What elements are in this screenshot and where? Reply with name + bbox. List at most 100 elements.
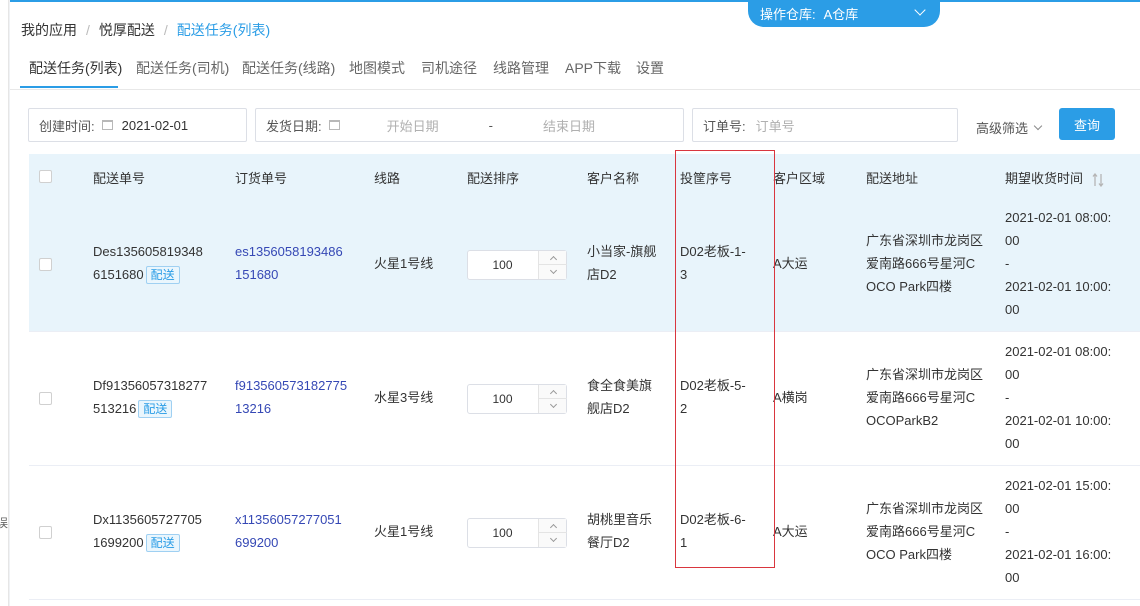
header-delivery-no: 配送单号 (93, 171, 146, 186)
select-all-checkbox[interactable] (39, 170, 52, 183)
table-row[interactable]: Df91356057318277 513216 配送 f9135605731827… (29, 332, 1140, 466)
time-line: - (1005, 256, 1010, 271)
delivery-no-cell: Des135605819348 6151680 配送 (93, 240, 203, 286)
table-header: 配送单号 订货单号 线路 配送排序 客户名称 投筐序号 客户区域 配送地址 期望… (29, 154, 1140, 198)
time-line: 2021-02-01 10:00: (1005, 413, 1112, 428)
time-line: 00 (1005, 233, 1020, 248)
sort-icon[interactable] (1092, 172, 1104, 187)
sort-stepper[interactable]: 100 (467, 384, 567, 414)
time-line: 2021-02-01 08:00: (1005, 344, 1112, 359)
tab-app-download[interactable]: APP下载 (565, 58, 621, 78)
warehouse-selector[interactable]: 操作仓库: A仓库 (748, 0, 940, 27)
expected-time-cell: 2021-02-01 08:00: 00 - 2021-02-01 10:00:… (1005, 206, 1111, 321)
address-cell: 广东省深圳市龙岗区 爱南路666号星河C OCO Park四楼 (866, 229, 983, 298)
advanced-filter-toggle[interactable]: 高级筛选 (976, 118, 1043, 137)
create-time-value: 2021-02-01 (121, 117, 189, 133)
row-checkbox[interactable] (39, 526, 52, 539)
chevron-up-icon (549, 255, 557, 263)
breadcrumb-item-app[interactable]: 我的应用 (21, 20, 77, 40)
customer-line: 餐厅D2 (587, 535, 630, 550)
order-no-link[interactable]: x11356057277051 699200 (235, 508, 342, 554)
ship-date-range[interactable]: 发货日期: 开始日期 - 结束日期 (255, 108, 684, 142)
sort-value[interactable]: 100 (468, 519, 537, 547)
header-expected-time[interactable]: 期望收货时间 (1005, 168, 1104, 187)
address-line: 广东省深圳市龙岗区 (866, 233, 984, 248)
order-no-line: 13216 (235, 401, 272, 416)
header-customer: 客户名称 (587, 171, 640, 186)
tab-task-route[interactable]: 配送任务(线路) (242, 58, 335, 78)
tab-route-management[interactable]: 线路管理 (493, 58, 549, 78)
chevron-down-icon (549, 534, 557, 543)
increment-button[interactable] (539, 385, 567, 399)
delivery-no-line: Des135605819348 (93, 244, 203, 259)
customer-cell: 食全食美旗 舰店D2 (587, 374, 652, 420)
sidebar-glyph: 误 (0, 516, 9, 530)
warehouse-value: A仓库 (823, 7, 859, 22)
tab-map-mode[interactable]: 地图模式 (349, 58, 405, 78)
delivery-tag: 配送 (138, 400, 173, 418)
sort-stepper[interactable]: 100 (467, 250, 567, 280)
create-time-field[interactable]: 创建时间: 2021-02-01 (28, 108, 247, 142)
time-line: 00 (1005, 436, 1020, 451)
address-line: 爱南路666号星河C (866, 524, 976, 539)
order-no-line: 699200 (235, 535, 279, 550)
region-cell: A大运 (773, 256, 808, 271)
decrement-button[interactable] (539, 399, 567, 413)
customer-line: 店D2 (587, 267, 617, 282)
order-no-link[interactable]: f913560573182775 13216 (235, 374, 347, 420)
row-checkbox[interactable] (39, 258, 52, 271)
date-range-separator: - (488, 117, 493, 133)
increment-button[interactable] (539, 251, 567, 265)
top-accent-line (10, 0, 1140, 2)
address-line: 广东省深圳市龙岗区 (866, 501, 984, 516)
address-cell: 广东省深圳市龙岗区 爱南路666号星河C OCOParkB2 (866, 363, 983, 432)
address-line: OCO Park四楼 (866, 547, 952, 562)
header-basket-no: 投筐序号 (680, 171, 733, 186)
customer-cell: 胡桃里音乐 餐厅D2 (587, 508, 652, 554)
delivery-tag: 配送 (145, 534, 180, 552)
left-sidebar-edge: 误 (0, 0, 9, 606)
order-no-link[interactable]: es1356058193486 151680 (235, 240, 343, 286)
delivery-no-line: Dx1135605727705 (93, 512, 202, 527)
breadcrumb-item-delivery[interactable]: 悦厚配送 (99, 20, 155, 40)
route-cell: 水星3号线 (374, 390, 434, 405)
decrement-button[interactable] (539, 265, 567, 279)
basket-no-cell: D02老板-6- 1 (680, 508, 746, 554)
sort-value[interactable]: 100 (468, 385, 537, 413)
expected-time-cell: 2021-02-01 08:00: 00 - 2021-02-01 10:00:… (1005, 340, 1111, 455)
calendar-icon (328, 120, 340, 130)
order-no-line: f913560573182775 (235, 378, 348, 393)
start-date-input[interactable]: 开始日期 (387, 116, 439, 135)
address-line: 爱南路666号星河C (866, 390, 976, 405)
order-no-field[interactable]: 订单号: 订单号 (692, 108, 958, 142)
table-row[interactable]: Dx1135605727705 1699200 配送 x1135605727705… (29, 466, 1140, 600)
tab-settings[interactable]: 设置 (636, 58, 664, 78)
customer-line: 小当家-旗舰 (587, 244, 657, 259)
delivery-tag: 配送 (145, 266, 180, 284)
order-no-line: x11356057277051 (235, 512, 342, 527)
order-no-label: 订单号: (703, 118, 746, 134)
sort-stepper[interactable]: 100 (467, 518, 567, 548)
time-line: 00 (1005, 302, 1020, 317)
delivery-no-line: 513216 (93, 401, 137, 416)
header-address: 配送地址 (866, 171, 919, 186)
tab-task-driver[interactable]: 配送任务(司机) (136, 58, 229, 78)
row-checkbox[interactable] (39, 392, 52, 405)
basket-no-cell: D02老板-1- 3 (680, 240, 746, 286)
decrement-button[interactable] (539, 533, 567, 547)
tab-task-list[interactable]: 配送任务(列表) (29, 58, 122, 78)
route-cell: 火星1号线 (374, 256, 434, 271)
end-date-input[interactable]: 结束日期 (543, 116, 595, 135)
table-row[interactable]: Des135605819348 6151680 配送 es135605819348… (29, 198, 1140, 332)
advanced-filter-label: 高级筛选 (976, 121, 1029, 136)
time-line: 2021-02-01 15:00: (1005, 478, 1112, 493)
increment-button[interactable] (539, 519, 567, 533)
order-no-input[interactable]: 订单号 (756, 116, 795, 135)
sort-value[interactable]: 100 (468, 251, 537, 279)
stepper-controls (538, 251, 567, 279)
query-button[interactable]: 查询 (1059, 108, 1115, 140)
time-line: 2021-02-01 08:00: (1005, 210, 1112, 225)
tab-driver-path[interactable]: 司机途径 (421, 58, 477, 78)
warehouse-label: 操作仓库: (760, 7, 816, 22)
breadcrumb-item-current: 配送任务(列表) (176, 22, 271, 38)
